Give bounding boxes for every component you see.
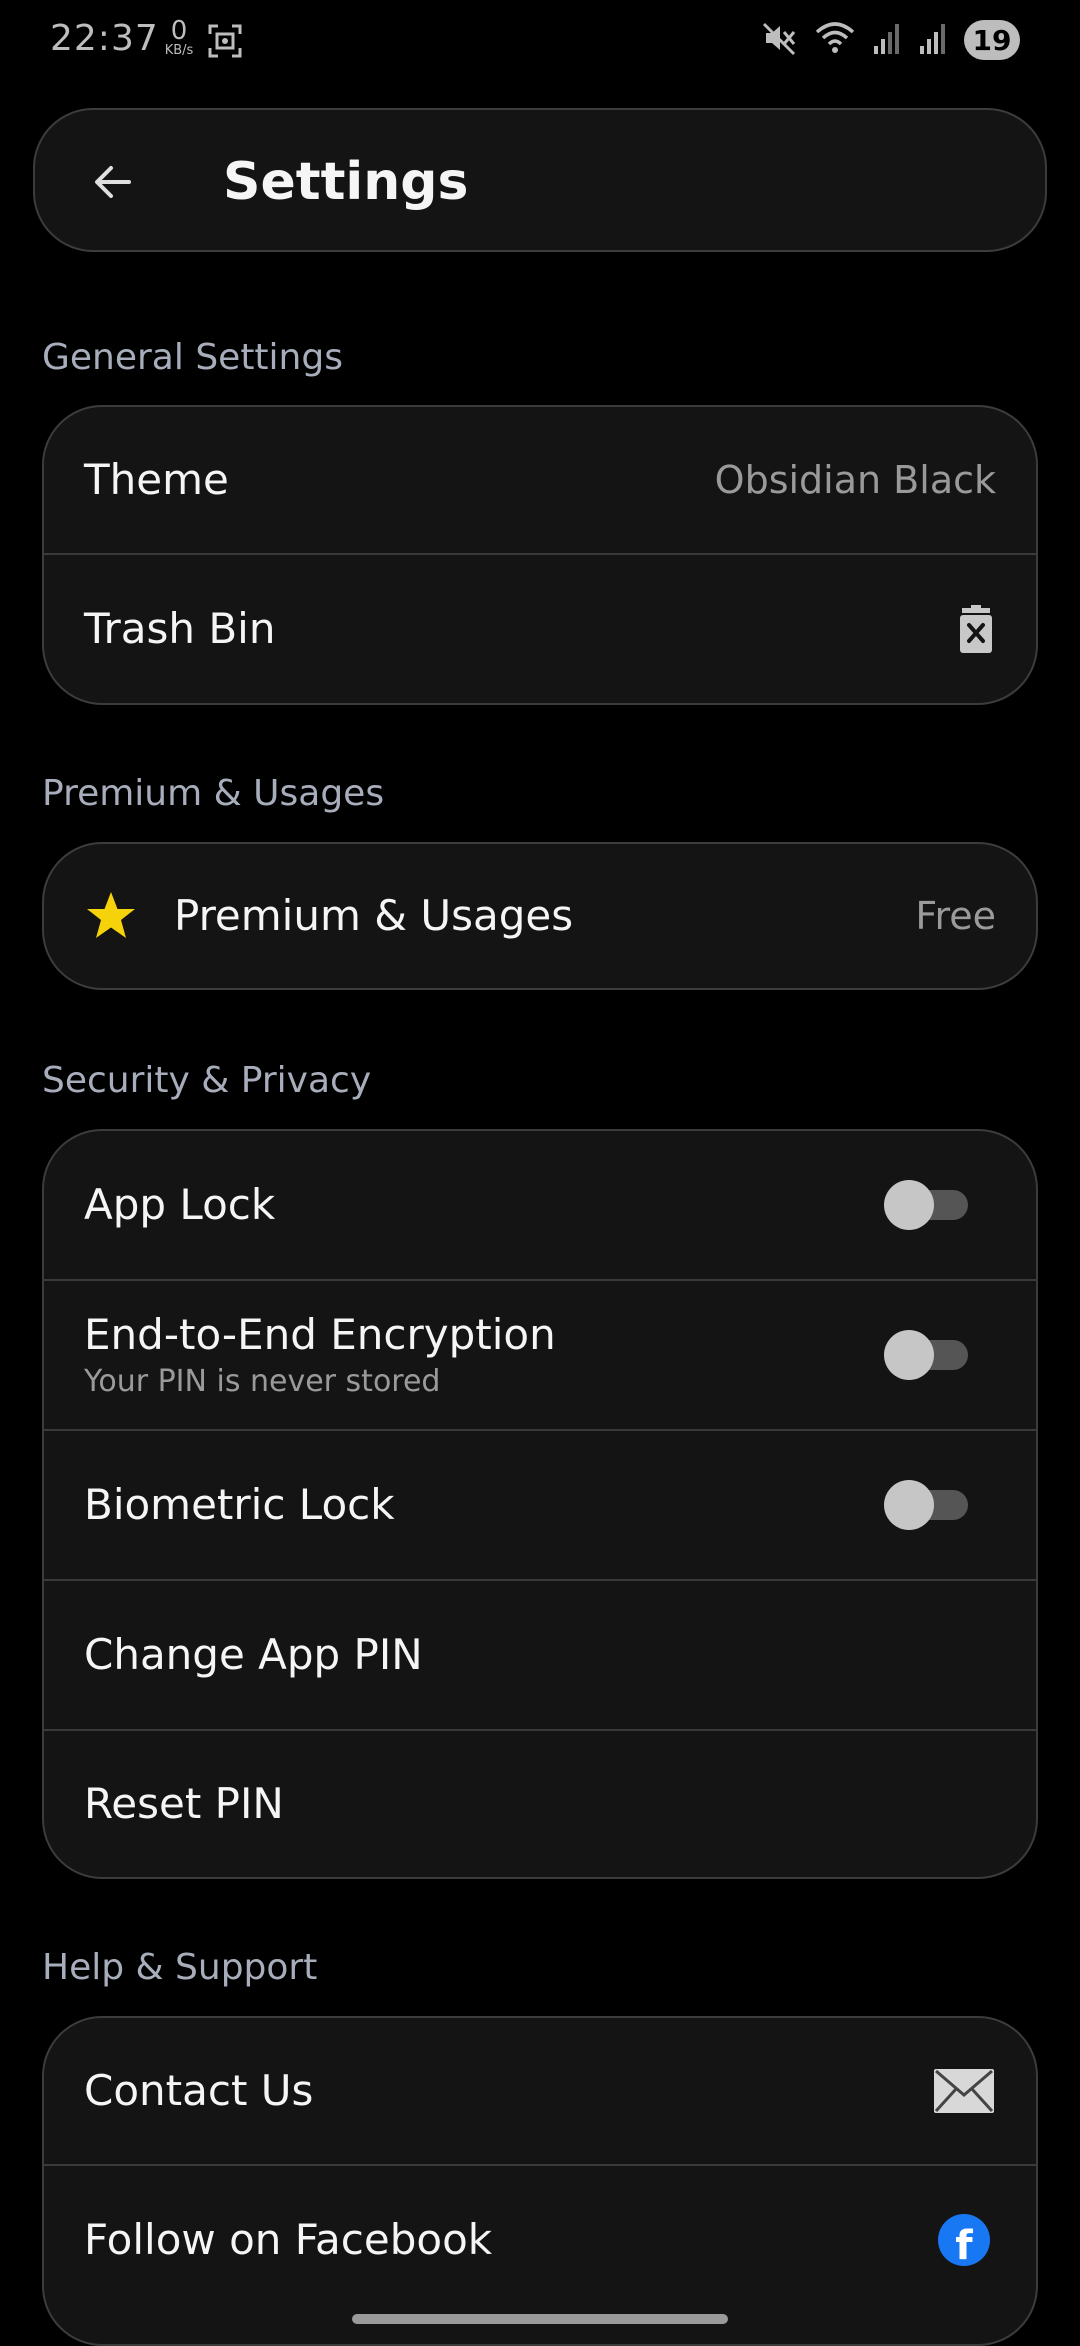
section-title-general: General Settings [42, 337, 343, 378]
network-speed: 0 KB/s [158, 18, 200, 57]
premium-row[interactable]: Premium & Usages Free [44, 844, 1036, 988]
screenshot-icon [206, 22, 244, 64]
biometric-lock-row[interactable]: Biometric Lock [44, 1431, 1036, 1581]
theme-row[interactable]: Theme Obsidian Black [44, 407, 1036, 555]
trash-bin-row[interactable]: Trash Bin [44, 555, 1036, 703]
contact-us-label: Contact Us [84, 2066, 314, 2115]
network-speed-value: 0 [170, 16, 188, 46]
biometric-lock-toggle[interactable] [884, 1476, 968, 1534]
e2e-text: End-to-End Encryption Your PIN is never … [84, 1309, 556, 1401]
e2e-toggle[interactable] [884, 1326, 968, 1384]
status-icons: 19 [762, 18, 1020, 62]
premium-plan-value: Free [915, 894, 996, 938]
facebook-row[interactable]: Follow on Facebook f [44, 2166, 1036, 2314]
security-card: App Lock End-to-End Encryption Your PIN … [42, 1129, 1038, 1879]
change-pin-row[interactable]: Change App PIN [44, 1581, 1036, 1731]
signal-icon-2 [918, 22, 948, 58]
theme-value: Obsidian Black [714, 458, 996, 502]
page-title: Settings [223, 152, 469, 212]
back-button[interactable] [77, 146, 149, 218]
toggle-knob [884, 1180, 934, 1230]
app-lock-row[interactable]: App Lock [44, 1131, 1036, 1281]
contact-us-row[interactable]: Contact Us [44, 2018, 1036, 2166]
change-pin-label: Change App PIN [84, 1630, 423, 1679]
e2e-subtitle: Your PIN is never stored [84, 1364, 441, 1399]
general-settings-card: Theme Obsidian Black Trash Bin [42, 405, 1038, 705]
app-lock-label: App Lock [84, 1180, 276, 1229]
premium-label: Premium & Usages [174, 891, 574, 940]
facebook-icon: f [938, 2214, 990, 2266]
section-title-premium: Premium & Usages [42, 773, 385, 814]
trash-icon [956, 605, 996, 653]
e2e-encryption-row[interactable]: End-to-End Encryption Your PIN is never … [44, 1281, 1036, 1431]
toggle-knob [884, 1480, 934, 1530]
premium-card: Premium & Usages Free [42, 842, 1038, 990]
help-card: Contact Us Follow on Facebook f [42, 2016, 1038, 2346]
trash-bin-label: Trash Bin [84, 604, 276, 653]
e2e-label: End-to-End Encryption [84, 1310, 556, 1359]
envelope-icon [932, 2067, 996, 2115]
theme-label: Theme [84, 455, 229, 504]
signal-icon-1 [872, 22, 902, 58]
app-lock-toggle[interactable] [884, 1176, 968, 1234]
app-header: Settings [33, 108, 1047, 252]
status-time: 22:37 [50, 18, 159, 59]
status-bar: 22:37 0 KB/s 19 [0, 0, 1080, 80]
star-icon [84, 889, 138, 943]
wifi-icon [814, 20, 856, 60]
toggle-knob [884, 1330, 934, 1380]
arrow-left-icon [95, 166, 131, 198]
section-title-security: Security & Privacy [42, 1060, 372, 1101]
reset-pin-label: Reset PIN [84, 1779, 284, 1828]
network-speed-unit: KB/s [164, 43, 194, 58]
home-indicator[interactable] [352, 2314, 728, 2324]
mute-icon [762, 20, 798, 60]
battery-indicator: 19 [964, 20, 1020, 60]
section-title-help: Help & Support [42, 1947, 318, 1988]
facebook-glyph: f [938, 2214, 990, 2266]
biometric-lock-label: Biometric Lock [84, 1480, 395, 1529]
reset-pin-row[interactable]: Reset PIN [44, 1731, 1036, 1877]
facebook-label: Follow on Facebook [84, 2215, 493, 2264]
